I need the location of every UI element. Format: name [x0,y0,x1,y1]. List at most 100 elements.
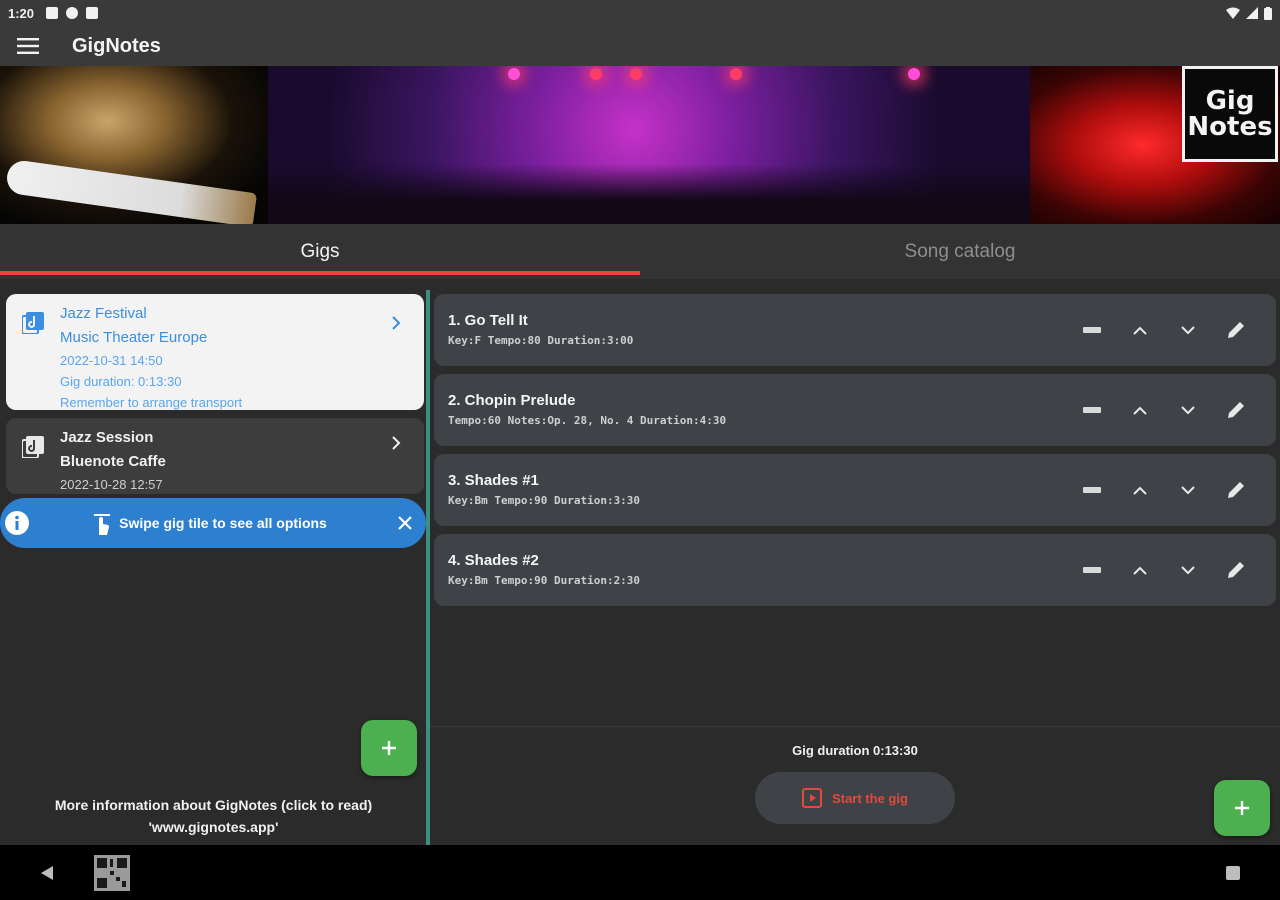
more-info-line-1: More information about GigNotes (click t… [54,797,373,813]
app-title: GigNotes [72,34,161,57]
gig-datetime: 2022-10-28 12:57 [60,477,163,492]
banner-crowd [268,164,1030,224]
song-info: 3. Shades #1 Key:Bm Tempo:90 Duration:3:… [434,470,1068,510]
gig-card-jazz-festival[interactable]: Jazz Festival Music Theater Europe 2022-… [6,294,424,410]
remove-song-icon[interactable] [1068,306,1116,354]
song-actions [1068,386,1276,434]
plus-icon [1235,801,1249,815]
remove-song-icon[interactable] [1068,386,1116,434]
stage-light [908,68,920,80]
hamburger-menu-icon[interactable] [0,26,56,66]
song-title: 4. Shades #2 [448,552,539,569]
logo-line-2: Notes [1187,112,1273,142]
song-row[interactable]: 4. Shades #2 Key:Bm Tempo:90 Duration:2:… [434,534,1276,606]
song-row[interactable]: 2. Chopin Prelude Tempo:60 Notes:Op. 28,… [434,374,1276,446]
add-song-button[interactable] [1214,780,1270,836]
banner-guitar-shape [4,158,258,224]
chevron-right-icon[interactable] [368,418,424,494]
edit-pencil-icon[interactable] [1212,466,1260,514]
remove-song-icon[interactable] [1068,546,1116,594]
move-down-icon[interactable] [1164,386,1212,434]
sync-icon [66,7,79,19]
move-up-icon[interactable] [1116,386,1164,434]
edit-pencil-icon[interactable] [1212,306,1260,354]
tab-bar: Gigs Song catalog [0,224,1280,280]
back-icon[interactable] [0,845,94,900]
qr-code-icon [94,854,130,891]
banner-concert-image [268,66,1030,224]
edit-pencil-icon[interactable] [1212,386,1260,434]
app-root: 1:20 GigNotes Gig Notes Gigs Song catalo… [0,0,1280,900]
banner-red-image: Gig Notes [1030,66,1280,224]
banner-guitarist-image [0,66,268,224]
move-up-icon[interactable] [1116,466,1164,514]
plus-icon [382,741,396,755]
edit-pencil-icon[interactable] [1212,546,1260,594]
move-up-icon[interactable] [1116,546,1164,594]
gig-note: Remember to arrange transport [60,395,243,410]
gig-songs-pane: 1. Go Tell It Key:F Tempo:80 Duration:3:… [430,282,1280,846]
status-left: 1:20 [8,5,99,21]
song-info: 4. Shades #2 Key:Bm Tempo:90 Duration:2:… [434,550,1068,590]
song-meta: Key:Bm Tempo:90 Duration:2:30 [448,574,641,587]
song-info: 2. Chopin Prelude Tempo:60 Notes:Op. 28,… [434,390,1068,430]
gig-title: Jazz Session [60,429,154,446]
wifi-icon [1226,7,1240,19]
swipe-hint-content: Swipe gig tile to see all options [34,511,384,535]
play-icon [802,788,823,808]
song-title: 3. Shades #1 [448,472,539,489]
close-icon[interactable] [384,502,426,544]
gig-card-body: Jazz Festival Music Theater Europe 2022-… [60,294,368,410]
info-icon [0,506,34,540]
gignotes-logo: Gig Notes [1182,66,1278,162]
start-gig-button[interactable]: Start the gig [755,772,955,824]
signal-icon [1246,7,1258,19]
status-time: 1:20 [8,5,35,21]
status-right [1226,6,1272,20]
move-up-icon[interactable] [1116,306,1164,354]
gig-card-jazz-session[interactable]: Jazz Session Bluenote Caffe 2022-10-28 1… [6,418,424,494]
notification-icon [46,7,59,19]
gig-venue: Music Theater Europe [60,329,208,346]
chevron-right-icon[interactable] [368,294,424,410]
gig-datetime: 2022-10-31 14:50 [60,353,163,368]
gig-card-body: Jazz Session Bluenote Caffe 2022-10-28 1… [60,418,368,494]
gig-list-pane: Jazz Festival Music Theater Europe 2022-… [0,282,427,845]
song-title: 1. Go Tell It [448,312,528,329]
tab-gigs[interactable]: Gigs [0,224,640,279]
sd-card-icon [86,7,99,19]
song-row[interactable]: 1. Go Tell It Key:F Tempo:80 Duration:3:… [434,294,1276,366]
gig-duration: Gig duration: 0:13:30 [60,374,182,389]
gig-notes-icon [6,294,60,410]
logo-line-1: Gig [1205,86,1255,116]
gig-venue: Bluenote Caffe [60,453,166,470]
stage-light [508,68,520,80]
stage-light [630,68,642,80]
stage-light [590,68,602,80]
system-nav-bar [0,845,1280,900]
move-down-icon[interactable] [1164,546,1212,594]
move-down-icon[interactable] [1164,306,1212,354]
battery-icon [1264,6,1272,20]
recents-icon[interactable] [1186,845,1280,900]
gig-total-duration: Gig duration 0:13:30 [792,743,918,758]
swipe-hint-text: Swipe gig tile to see all options [119,515,327,531]
gig-footer: Gig duration 0:13:30 Start the gig [430,726,1280,846]
song-row[interactable]: 3. Shades #1 Key:Bm Tempo:90 Duration:3:… [434,454,1276,526]
status-bar: 1:20 [0,0,1280,26]
song-meta: Key:F Tempo:80 Duration:3:00 [448,334,634,347]
move-down-icon[interactable] [1164,466,1212,514]
add-gig-button[interactable] [361,720,417,776]
more-info-link[interactable]: More information about GigNotes (click t… [0,794,427,838]
more-info-line-2: 'www.gignotes.app' [148,819,279,835]
start-gig-label: Start the gig [832,790,908,806]
app-bar: GigNotes [0,26,1280,66]
song-meta: Tempo:60 Notes:Op. 28, No. 4 Duration:4:… [448,414,727,427]
remove-song-icon[interactable] [1068,466,1116,514]
song-info: 1. Go Tell It Key:F Tempo:80 Duration:3:… [434,310,1068,350]
header-banner: Gig Notes [0,66,1280,224]
swipe-hint-banner: Swipe gig tile to see all options [0,498,426,548]
tab-song-catalog[interactable]: Song catalog [640,224,1280,279]
song-actions [1068,466,1276,514]
gig-title: Jazz Festival [60,305,147,322]
